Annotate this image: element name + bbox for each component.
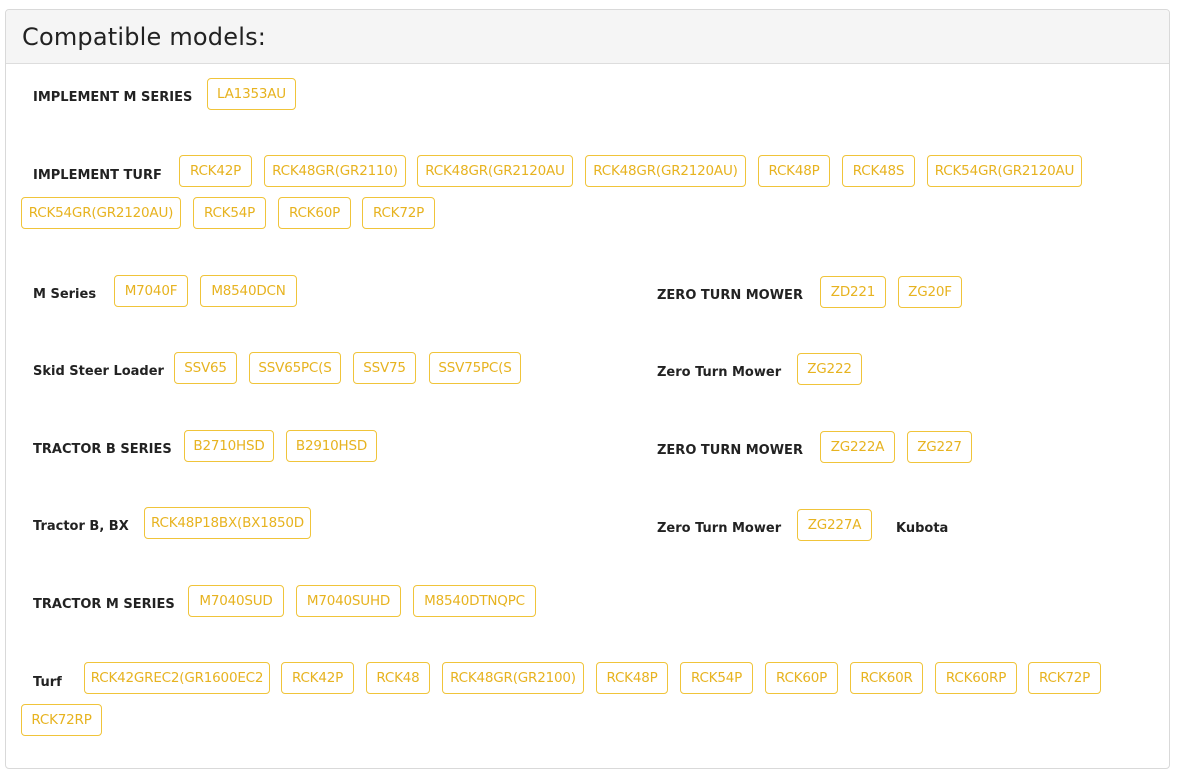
model-chip[interactable]: ZG222 bbox=[797, 353, 862, 385]
model-chip[interactable]: M7040SUHD bbox=[296, 585, 401, 617]
model-chip[interactable]: ZG227 bbox=[907, 431, 972, 463]
model-chip[interactable]: M8540DCN bbox=[200, 275, 297, 307]
model-chip[interactable]: RCK48 bbox=[366, 662, 430, 694]
group-label-kubota: Kubota bbox=[896, 521, 949, 536]
model-chip[interactable]: RCK48GR(GR2100) bbox=[442, 662, 584, 694]
group-label-zero-turn-mower-1: ZERO TURN MOWER bbox=[657, 288, 803, 303]
model-chip[interactable]: B2710HSD bbox=[184, 430, 274, 462]
model-chip[interactable]: M7040F bbox=[114, 275, 188, 307]
model-chip[interactable]: RCK42P bbox=[281, 662, 354, 694]
model-chip[interactable]: ZG20F bbox=[898, 276, 962, 308]
group-label-zero-turn-mower-3: ZERO TURN MOWER bbox=[657, 443, 803, 458]
model-chip[interactable]: M8540DTNQPC bbox=[413, 585, 536, 617]
model-chip[interactable]: RCK54P bbox=[193, 197, 266, 229]
model-chip[interactable]: ZG227A bbox=[797, 509, 872, 541]
model-chip[interactable]: B2910HSD bbox=[286, 430, 377, 462]
model-chip[interactable]: LA1353AU bbox=[207, 78, 296, 110]
model-chip[interactable]: SSV65 bbox=[174, 352, 237, 384]
panel-title: Compatible models: bbox=[22, 22, 267, 51]
model-chip[interactable]: RCK54P bbox=[680, 662, 753, 694]
group-label-zero-turn-mower-4: Zero Turn Mower bbox=[657, 521, 782, 536]
model-chip[interactable]: RCK54GR(GR2120AU) bbox=[21, 197, 181, 229]
compatible-models-panel: Compatible models: bbox=[5, 9, 1170, 769]
model-chip[interactable]: RCK60RP bbox=[935, 662, 1017, 694]
panel-header: Compatible models: bbox=[6, 10, 1169, 64]
model-chip[interactable]: RCK60R bbox=[850, 662, 923, 694]
group-label-turf: Turf bbox=[33, 675, 62, 690]
model-chip[interactable]: RCK48P bbox=[758, 155, 830, 187]
model-chip[interactable]: ZD221 bbox=[820, 276, 886, 308]
group-label-implement-m-series: IMPLEMENT M SERIES bbox=[33, 90, 193, 105]
model-chip[interactable]: RCK72P bbox=[362, 197, 435, 229]
group-label-tractor-b-bx: Tractor B, BX bbox=[33, 519, 129, 534]
model-chip[interactable]: SSV75 bbox=[353, 352, 416, 384]
group-label-implement-turf: IMPLEMENT TURF bbox=[33, 168, 162, 183]
model-chip[interactable]: RCK48GR(GR2120AU) bbox=[585, 155, 746, 187]
model-chip[interactable]: RCK48P bbox=[596, 662, 668, 694]
model-chip[interactable]: M7040SUD bbox=[188, 585, 284, 617]
model-chip[interactable]: SSV75PC(S bbox=[429, 352, 521, 384]
model-chip[interactable]: RCK42GREC2(GR1600EC2 bbox=[84, 662, 270, 694]
model-chip[interactable]: RCK72RP bbox=[21, 704, 102, 736]
group-label-tractor-b-series: TRACTOR B SERIES bbox=[33, 442, 172, 457]
model-chip[interactable]: SSV65PC(S bbox=[249, 352, 341, 384]
model-chip[interactable]: RCK48S bbox=[842, 155, 915, 187]
model-chip[interactable]: RCK72P bbox=[1028, 662, 1101, 694]
model-chip[interactable]: RCK60P bbox=[278, 197, 351, 229]
group-label-m-series: M Series bbox=[33, 287, 97, 302]
group-label-tractor-m-series: TRACTOR M SERIES bbox=[33, 597, 175, 612]
model-chip[interactable]: RCK48GR(GR2120AU bbox=[417, 155, 573, 187]
model-chip[interactable]: RCK48GR(GR2110) bbox=[264, 155, 406, 187]
group-label-zero-turn-mower-2: Zero Turn Mower bbox=[657, 365, 782, 380]
model-chip[interactable]: ZG222A bbox=[820, 431, 895, 463]
model-chip[interactable]: RCK60P bbox=[765, 662, 838, 694]
model-chip[interactable]: RCK54GR(GR2120AU bbox=[927, 155, 1082, 187]
group-label-skid-steer-loader: Skid Steer Loader bbox=[33, 364, 164, 379]
model-chip[interactable]: RCK42P bbox=[179, 155, 252, 187]
model-chip[interactable]: RCK48P18BX(BX1850D bbox=[144, 507, 311, 539]
